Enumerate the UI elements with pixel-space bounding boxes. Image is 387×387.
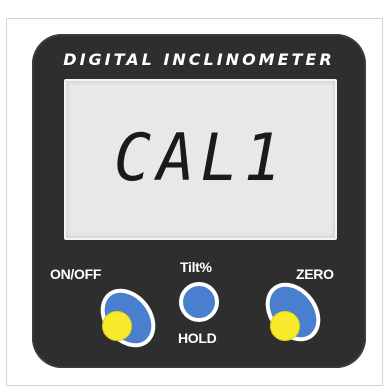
hold-label: HOLD <box>178 330 217 346</box>
lcd-display: CAL1 <box>64 79 337 240</box>
device-title: DIGITAL INCLINOMETER <box>63 50 335 69</box>
tilt-label: Tilt% <box>180 259 212 275</box>
inclinometer-device: DIGITAL INCLINOMETER CAL1 ON/OFF Tilt% Z… <box>32 34 366 368</box>
zero-label: ZERO <box>296 266 334 282</box>
on-off-label: ON/OFF <box>50 266 102 282</box>
tilt-hold-button[interactable] <box>179 282 219 322</box>
zero-indicator-dot <box>270 311 300 341</box>
on-off-indicator-dot <box>102 311 132 341</box>
zero-button[interactable] <box>254 272 332 352</box>
lcd-readout: CAL1 <box>113 119 288 196</box>
